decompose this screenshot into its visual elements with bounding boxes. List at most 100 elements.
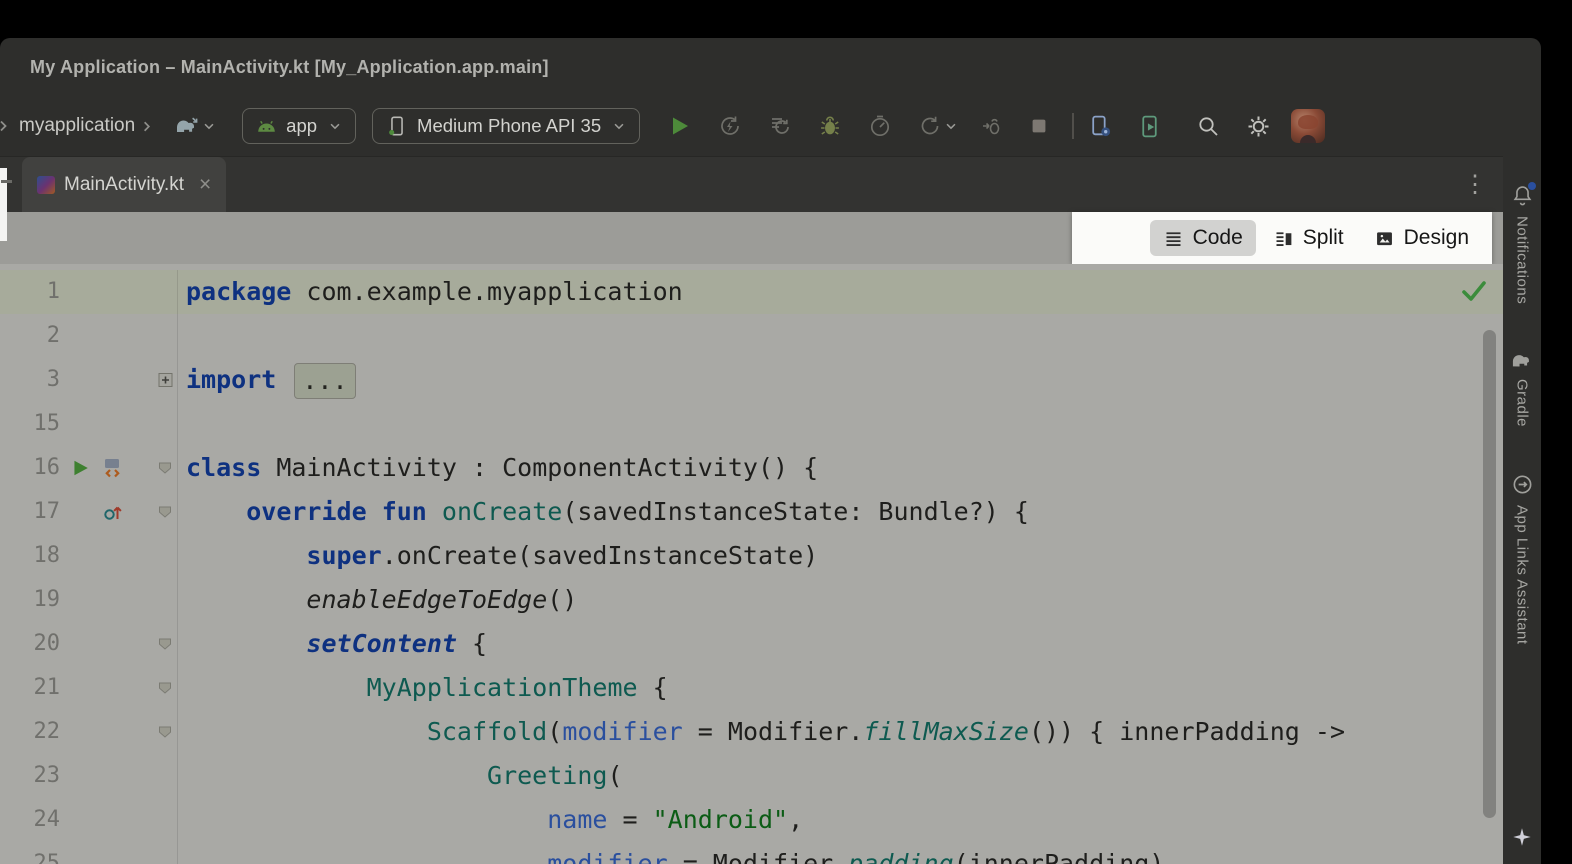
editor-gutter: 3 xyxy=(0,358,178,402)
mode-label: Code xyxy=(1193,226,1243,250)
activity-class-icon[interactable] xyxy=(102,457,124,479)
editor-gutter: 21 xyxy=(0,666,178,710)
run-configuration-select[interactable]: app xyxy=(242,108,356,144)
code-text[interactable]: super.onCreate(savedInstanceState) xyxy=(178,534,818,578)
code-text[interactable]: enableEdgeToEdge() xyxy=(178,578,577,622)
device-caret-icon xyxy=(612,119,626,133)
tool-window-app-links-assistant[interactable]: App Links Assistant xyxy=(1514,505,1531,645)
mode-button-design[interactable]: Design xyxy=(1361,220,1482,256)
tab-mainactivity[interactable]: MainActivity.kt × xyxy=(22,157,226,213)
line-number: 23 xyxy=(0,754,60,798)
run-gutter-icon[interactable] xyxy=(72,459,89,477)
android-head-icon xyxy=(256,120,277,133)
code-line[interactable]: 2 xyxy=(0,314,1503,358)
editor-scrollbar-thumb[interactable] xyxy=(1483,330,1496,818)
code-text[interactable]: name = "Android", xyxy=(178,798,803,842)
code-text[interactable]: import ... xyxy=(178,358,359,402)
editor-gutter: 19 xyxy=(0,578,178,622)
breadcrumb-project[interactable]: myapplication xyxy=(19,115,135,137)
rerun-icon[interactable] xyxy=(918,114,958,138)
gradle-sync-button[interactable] xyxy=(174,115,216,137)
code-line[interactable]: 24 name = "Android", xyxy=(0,798,1503,842)
tool-window-notifications[interactable]: Notifications xyxy=(1514,216,1531,304)
editor-tab-bar: MainActivity.kt × ⋮ xyxy=(0,156,1503,212)
more-options-icon[interactable]: ⋮ xyxy=(1463,173,1487,197)
device-select[interactable]: Medium Phone API 35 xyxy=(372,108,640,144)
code-line[interactable]: 17 override fun onCreate(savedInstanceSt… xyxy=(0,490,1503,534)
code-text[interactable]: Greeting( xyxy=(178,754,623,798)
fold-marker-icon[interactable] xyxy=(158,638,172,651)
editor-gutter: 1 xyxy=(0,270,178,314)
code-text[interactable]: override fun onCreate(savedInstanceState… xyxy=(178,490,1029,534)
code-line[interactable]: 3 import ... xyxy=(0,358,1503,402)
notifications-bell-icon[interactable] xyxy=(1511,184,1534,207)
attach-debugger-icon[interactable] xyxy=(980,114,1004,138)
close-tab-icon[interactable]: × xyxy=(199,174,211,195)
breadcrumb-chevron-icon xyxy=(139,119,154,134)
editor-gutter: 17 xyxy=(0,490,178,534)
debug-icon[interactable] xyxy=(818,114,842,138)
device-label: Medium Phone API 35 xyxy=(417,115,601,137)
mode-button-code[interactable]: Code xyxy=(1150,220,1256,256)
gemini-sparkle-icon[interactable] xyxy=(1511,826,1533,848)
window-title: My Application – MainActivity.kt [My_App… xyxy=(30,57,549,78)
tool-window-gradle[interactable]: Gradle xyxy=(1514,379,1531,427)
code-text[interactable]: package com.example.myapplication xyxy=(178,270,683,314)
code-line[interactable]: 20 setContent { xyxy=(0,622,1503,666)
line-number: 25 xyxy=(0,842,60,864)
profiler-icon[interactable] xyxy=(868,114,892,138)
settings-gear-icon[interactable] xyxy=(1246,114,1271,139)
editor-column: MainActivity.kt × ⋮ Code xyxy=(0,156,1503,864)
run-configuration-caret-icon xyxy=(328,119,342,133)
fold-marker-icon[interactable] xyxy=(158,726,172,739)
editor-gutter: 24 xyxy=(0,798,178,842)
code-line[interactable]: 16class MainActivity : ComponentActivity… xyxy=(0,446,1503,490)
code-line[interactable]: 1package com.example.myapplication xyxy=(0,270,1503,314)
code-line[interactable]: 15 xyxy=(0,402,1503,446)
editor-gutter: 23 xyxy=(0,754,178,798)
device-manager-icon[interactable] xyxy=(1088,114,1113,139)
app-links-icon[interactable] xyxy=(1511,473,1534,496)
window-titlebar: My Application – MainActivity.kt [My_App… xyxy=(0,38,1541,96)
search-icon[interactable] xyxy=(1196,114,1220,138)
design-mode-icon xyxy=(1374,228,1395,249)
avatar[interactable] xyxy=(1291,109,1325,143)
code-line[interactable]: 18 super.onCreate(savedInstanceState) xyxy=(0,534,1503,578)
inspection-check-icon[interactable] xyxy=(1461,280,1487,302)
rerun-caret-icon xyxy=(944,119,958,133)
left-stripe-spotlight xyxy=(0,168,7,241)
code-text[interactable]: setContent { xyxy=(178,622,487,666)
tab-label: MainActivity.kt xyxy=(64,174,184,196)
apply-changes-icon[interactable] xyxy=(718,114,742,138)
code-line[interactable]: 22 Scaffold(modifier = Modifier.fillMaxS… xyxy=(0,710,1503,754)
fold-marker-icon[interactable] xyxy=(158,506,172,519)
code-text[interactable]: modifier = Modifier.padding(innerPadding… xyxy=(178,842,1164,864)
fold-expand-icon[interactable] xyxy=(158,373,173,388)
code-line[interactable]: 25 modifier = Modifier.padding(innerPadd… xyxy=(0,842,1503,864)
fold-marker-icon[interactable] xyxy=(158,462,172,475)
code-text[interactable]: Scaffold(modifier = Modifier.fillMaxSize… xyxy=(178,710,1345,754)
code-text[interactable]: class MainActivity : ComponentActivity()… xyxy=(178,446,818,490)
stop-icon[interactable] xyxy=(1028,115,1050,137)
gradle-sync-caret-icon xyxy=(202,119,216,133)
line-number: 24 xyxy=(0,798,60,842)
editor-gutter: 2 xyxy=(0,314,178,358)
gradle-elephant-icon[interactable] xyxy=(1510,350,1534,370)
code-line[interactable]: 23 Greeting( xyxy=(0,754,1503,798)
back-chevron-icon[interactable] xyxy=(0,118,11,134)
run-configuration-label: app xyxy=(286,115,317,137)
code-editor[interactable]: 1package com.example.myapplication23impo… xyxy=(0,264,1503,864)
mode-label: Split xyxy=(1303,226,1344,250)
run-icon[interactable] xyxy=(668,114,692,138)
code-line[interactable]: 19 enableEdgeToEdge() xyxy=(0,578,1503,622)
override-method-icon[interactable] xyxy=(102,502,124,522)
kotlin-file-icon xyxy=(37,176,55,194)
mode-button-split[interactable]: Split xyxy=(1260,220,1357,256)
apply-code-changes-icon[interactable] xyxy=(768,114,792,138)
running-devices-icon[interactable] xyxy=(1137,114,1162,139)
fold-marker-icon[interactable] xyxy=(158,682,172,695)
ide-window: My Application – MainActivity.kt [My_App… xyxy=(0,38,1541,864)
code-text[interactable]: MyApplicationTheme { xyxy=(178,666,668,710)
line-number: 3 xyxy=(0,358,60,402)
code-line[interactable]: 21 MyApplicationTheme { xyxy=(0,666,1503,710)
